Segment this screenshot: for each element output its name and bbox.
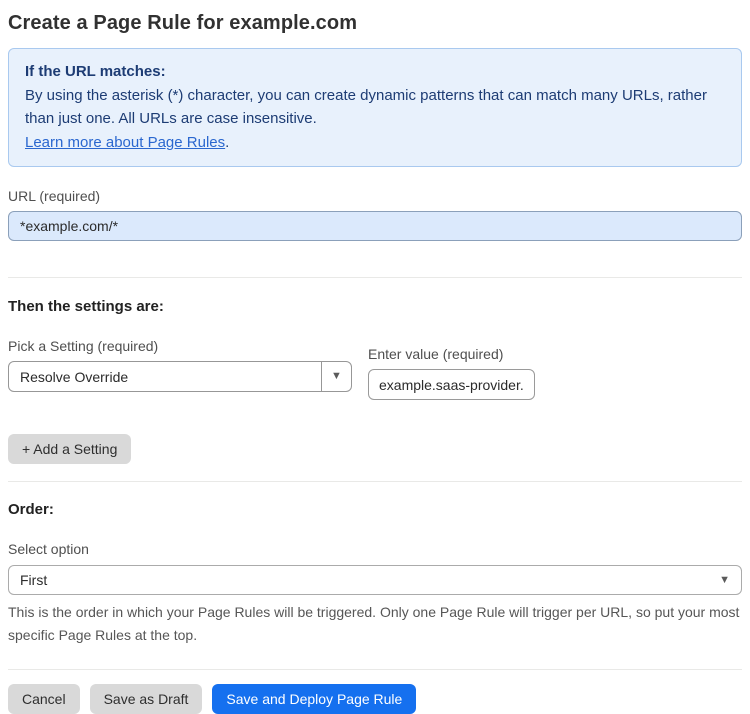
setting-value-input[interactable] bbox=[368, 369, 535, 400]
learn-more-link[interactable]: Learn more about Page Rules bbox=[25, 134, 225, 151]
order-section-heading: Order: bbox=[8, 501, 54, 518]
setting-select-arrow-segment[interactable]: ▼ bbox=[321, 362, 351, 391]
url-match-info-box: If the URL matches: By using the asteris… bbox=[8, 48, 742, 167]
url-input[interactable] bbox=[8, 211, 742, 241]
order-select-value: First bbox=[20, 572, 48, 588]
setting-select-label: Pick a Setting (required) bbox=[8, 338, 159, 354]
save-as-draft-button[interactable]: Save as Draft bbox=[89, 684, 203, 714]
cancel-button[interactable]: Cancel bbox=[8, 684, 80, 714]
page-title: Create a Page Rule for example.com bbox=[8, 12, 358, 34]
setting-value-column: Enter value (required) bbox=[368, 338, 535, 400]
info-box-body: By using the asterisk (*) character, you… bbox=[25, 86, 707, 128]
info-box-heading: If the URL matches: bbox=[25, 63, 166, 80]
order-select-label: Select option bbox=[8, 541, 89, 557]
link-period: . bbox=[225, 133, 230, 151]
order-select[interactable]: First ▼ bbox=[8, 565, 742, 595]
chevron-down-icon: ▼ bbox=[719, 573, 730, 586]
settings-section-heading: Then the settings are: bbox=[8, 298, 164, 315]
order-help-text: This is the order in which your Page Rul… bbox=[8, 604, 740, 643]
footer-button-row: Cancel Save as Draft Save and Deploy Pag… bbox=[8, 684, 742, 714]
setting-select[interactable]: Resolve Override ▼ bbox=[8, 361, 352, 392]
chevron-down-icon: ▼ bbox=[331, 370, 342, 382]
add-setting-button[interactable]: + Add a Setting bbox=[8, 434, 132, 464]
section-divider bbox=[8, 277, 742, 278]
setting-select-column: Pick a Setting (required) Resolve Overri… bbox=[8, 338, 352, 392]
settings-row: Pick a Setting (required) Resolve Overri… bbox=[8, 338, 742, 400]
save-and-deploy-button[interactable]: Save and Deploy Page Rule bbox=[212, 684, 417, 714]
url-field-label: URL (required) bbox=[8, 188, 101, 204]
info-box-link-line: Learn more about Page Rules. bbox=[25, 131, 725, 155]
setting-value-label: Enter value (required) bbox=[368, 346, 504, 362]
setting-select-value: Resolve Override bbox=[20, 368, 129, 385]
footer-divider bbox=[8, 669, 742, 670]
section-divider bbox=[8, 481, 742, 482]
